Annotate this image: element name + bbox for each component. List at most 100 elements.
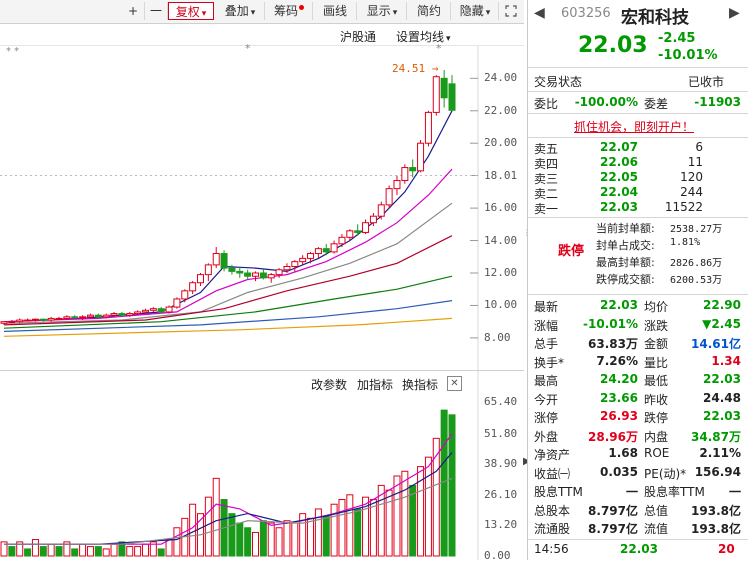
- ma-line-ma120: [3, 300, 453, 332]
- ask-volume: 6: [695, 140, 703, 154]
- volume-bar: [346, 494, 354, 557]
- candle-body: [291, 261, 299, 268]
- ask-price: 22.05: [600, 170, 638, 184]
- volume-bar: [173, 527, 181, 557]
- status-value: 已收市: [688, 75, 725, 89]
- candle-body: [236, 270, 244, 274]
- candle-body: [409, 167, 417, 172]
- stat-value: 22.03: [703, 409, 741, 423]
- limit-stat-label: 最高封单额:: [596, 256, 655, 269]
- open-account-link[interactable]: 抓住机会，即刻开户！: [574, 118, 694, 135]
- kline-chart[interactable]: * * 沪股通 设置均线 ▾ * * 24.00 22.00 20.00 18.01 16.…: [0, 24, 524, 562]
- candle-body: [338, 236, 346, 245]
- diejia-label: 叠加: [224, 4, 249, 18]
- candle-body: [189, 282, 197, 292]
- switch-indicator-button[interactable]: 换指标: [402, 376, 438, 393]
- limit-stat-label: 跌停成交额:: [596, 273, 655, 286]
- stat-label: 量比: [644, 355, 669, 370]
- volume-bar: [322, 515, 330, 557]
- last-price: 22.03: [578, 33, 648, 58]
- candle-body: [393, 180, 401, 190]
- xianshi-dropdown[interactable]: 显示 ▾: [358, 2, 407, 20]
- volume-bar: [157, 548, 165, 557]
- candle-body: [149, 308, 157, 311]
- stat-value: 8.797亿: [588, 503, 638, 518]
- candle-body: [228, 267, 236, 272]
- stat-label: 跌停: [644, 411, 669, 425]
- yincang-dropdown[interactable]: 隐藏 ▾: [452, 2, 499, 20]
- candle-body: [346, 230, 354, 238]
- next-stock-icon[interactable]: ▶: [729, 5, 740, 21]
- candle-body: [157, 308, 165, 313]
- tick-price: 22.03: [620, 542, 658, 556]
- close-icon[interactable]: ✕: [447, 376, 462, 391]
- status-label: 交易状态: [534, 75, 583, 89]
- volume-bar: [102, 548, 110, 557]
- stat-label: 今开: [534, 392, 559, 407]
- chevron-down-icon: ▾: [201, 9, 207, 19]
- limit-down-tag: 跌停: [558, 244, 585, 259]
- price-change: -2.45: [658, 31, 696, 46]
- weicha-value: -11903: [694, 95, 741, 109]
- prev-stock-icon[interactable]: ◀: [534, 5, 545, 21]
- candle-body: [79, 316, 87, 319]
- candle-body: [165, 306, 173, 313]
- stat-label: 收益㈠: [534, 466, 571, 481]
- stat-value: ▼2.45: [702, 316, 741, 331]
- candle-body: [31, 318, 39, 321]
- candle-body: [86, 314, 94, 318]
- volume-bar: [401, 470, 409, 557]
- stat-value: 28.96万: [588, 429, 638, 444]
- ma-line-ma5: [3, 110, 453, 323]
- candle-body: [354, 230, 362, 233]
- volume-bar: [110, 543, 118, 557]
- huaxian-button[interactable]: 画线: [314, 2, 357, 20]
- ask-label: 卖一: [534, 202, 559, 216]
- ask-volume: 244: [680, 185, 703, 199]
- stat-value: 156.94: [694, 464, 741, 479]
- volume-bar: [165, 539, 173, 557]
- candle-body: [369, 215, 377, 224]
- volume-tick-label: 51.80: [484, 427, 518, 441]
- stat-label: 流通股: [534, 522, 571, 536]
- ask-price: 22.04: [600, 185, 638, 199]
- volume-bar: [252, 531, 260, 557]
- volume-bar: [47, 543, 55, 557]
- chouma-button[interactable]: 筹码: [266, 2, 313, 20]
- add-indicator-button[interactable]: 加指标: [357, 376, 393, 393]
- limit-stat-value: 1.81%: [670, 237, 701, 248]
- candle-body: [252, 272, 260, 277]
- candle-body: [94, 314, 102, 318]
- candle-body: [173, 298, 181, 308]
- volume-bar: [126, 546, 134, 557]
- ask-volume: 11522: [664, 200, 703, 214]
- fuquan-dropdown[interactable]: 复权 ▾: [168, 2, 214, 20]
- zoom-in-button[interactable]: +: [122, 2, 145, 20]
- volume-bar: [31, 539, 39, 557]
- stat-value: 26.93: [600, 409, 638, 423]
- fullscreen-icon[interactable]: [500, 2, 522, 20]
- stat-value: 24.48: [703, 390, 741, 405]
- volume-bar: [134, 546, 142, 557]
- candle-body: [259, 272, 267, 279]
- candle-body: [134, 311, 142, 315]
- candle-body: [401, 167, 409, 182]
- candle-body: [299, 257, 307, 263]
- volume-bar: [283, 520, 291, 557]
- candle-body: [330, 243, 338, 253]
- volume-bar: [24, 548, 32, 557]
- candle-body: [440, 77, 448, 99]
- jianyue-button[interactable]: 简约: [408, 2, 451, 20]
- change-params-button[interactable]: 改参数: [311, 376, 347, 393]
- zoom-out-button[interactable]: 一: [145, 2, 168, 20]
- tick-volume: 20: [718, 542, 735, 556]
- volume-ma-m20: [4, 477, 453, 545]
- stat-label: 流值: [644, 522, 669, 536]
- diejia-dropdown[interactable]: 叠加 ▾: [216, 2, 265, 20]
- volume-bar: [409, 484, 417, 557]
- high-price-label: 24.51: [392, 62, 426, 75]
- volume-tick-label: 38.90: [484, 457, 518, 471]
- candle-body: [322, 248, 330, 253]
- ma-line-ma20: [3, 202, 453, 324]
- stock-code: 603256: [561, 6, 611, 21]
